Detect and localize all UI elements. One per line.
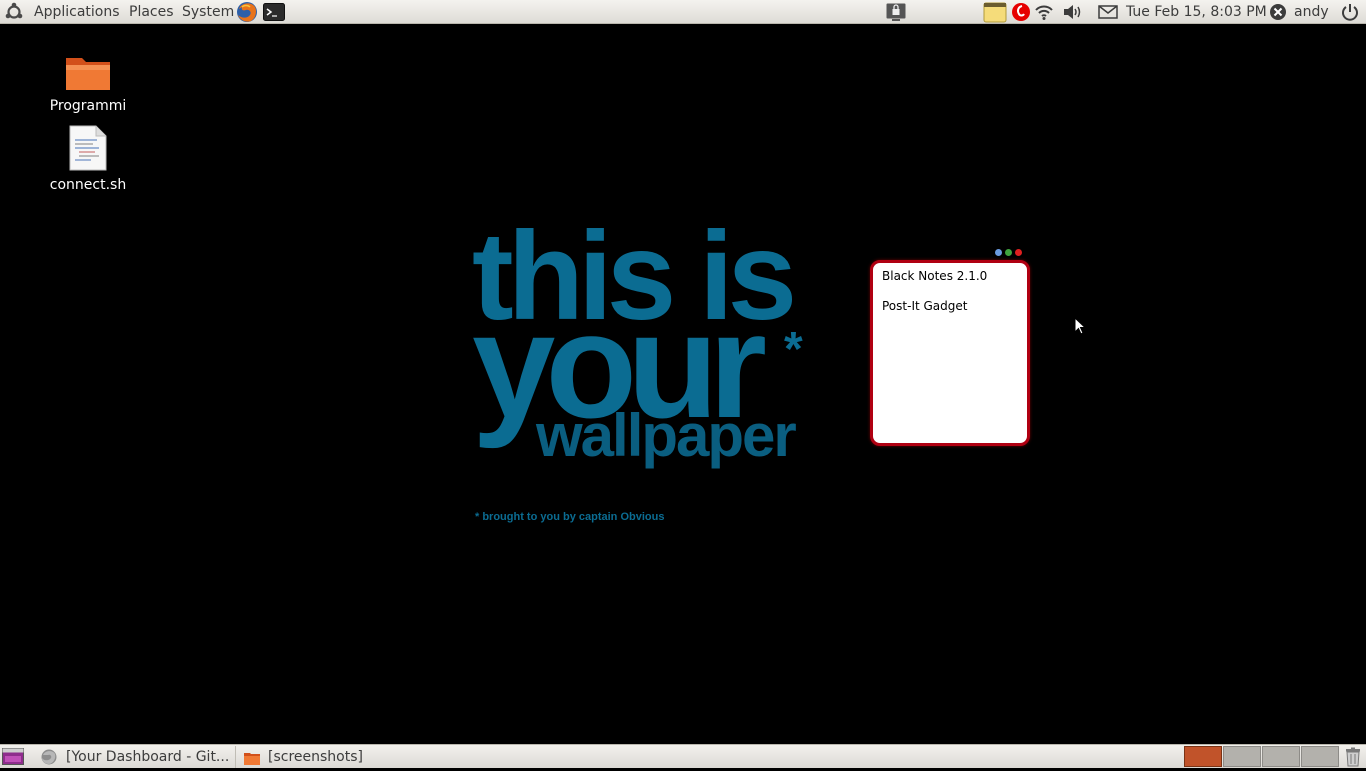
folder-icon xyxy=(64,52,112,96)
gadget-title: Black Notes 2.1.0 xyxy=(882,269,988,283)
gadget-info-icon[interactable] xyxy=(995,249,1002,256)
post-it-gadget[interactable]: Black Notes 2.1.0 Post-It Gadget xyxy=(870,260,1030,446)
workspace-1[interactable] xyxy=(1184,746,1222,767)
menu-system[interactable]: System xyxy=(182,0,234,24)
workspace-4[interactable] xyxy=(1301,746,1339,767)
mouse-cursor-icon xyxy=(1074,316,1087,339)
desktop-icon-label: connect.sh xyxy=(49,177,127,193)
taskbar-item-screenshots[interactable]: [screenshots] xyxy=(236,746,436,768)
wallpaper-credit: * brought to you by captain Obvious xyxy=(475,511,665,523)
vodafone-icon[interactable] xyxy=(1011,2,1031,22)
menu-places[interactable]: Places xyxy=(129,0,174,24)
show-desktop-icon[interactable] xyxy=(2,748,24,769)
trash-icon[interactable] xyxy=(1344,747,1362,771)
clock[interactable]: Tue Feb 15, 8:03 PM xyxy=(1126,0,1267,24)
top-panel: Applications Places System Tue Feb 15, 8… xyxy=(0,0,1366,24)
mail-icon[interactable] xyxy=(1098,4,1118,20)
wifi-icon[interactable] xyxy=(1034,2,1054,22)
gadget-note-text[interactable]: Post-It Gadget xyxy=(882,299,967,313)
bottom-panel: [Your Dashboard - Git... [screenshots] xyxy=(0,744,1366,768)
desktop-icon-programmi[interactable]: Programmi xyxy=(38,52,138,114)
taskbar-item-dashboard[interactable]: [Your Dashboard - Git... xyxy=(36,746,236,768)
folder-icon xyxy=(244,750,260,768)
wallpaper-star: * xyxy=(784,323,803,376)
volume-icon[interactable] xyxy=(1062,2,1082,22)
workspace-3[interactable] xyxy=(1262,746,1300,767)
taskbar-item-label: [Your Dashboard - Git... xyxy=(66,749,230,765)
desktop-icon-label: Programmi xyxy=(49,98,127,114)
ubuntu-logo-icon[interactable] xyxy=(4,2,24,22)
power-icon[interactable] xyxy=(1340,2,1360,22)
taskbar-item-label: [screenshots] xyxy=(268,749,363,765)
gadget-close-icon[interactable] xyxy=(1015,249,1022,256)
script-file-icon xyxy=(69,125,107,175)
gadget-settings-icon[interactable] xyxy=(1005,249,1012,256)
notes-applet-icon[interactable] xyxy=(983,1,1007,23)
firefox-launcher-icon[interactable] xyxy=(236,1,258,23)
firefox-icon xyxy=(41,749,57,768)
lock-screen-icon[interactable] xyxy=(886,3,906,21)
wallpaper-line3: wallpaper xyxy=(536,402,797,469)
user-status-icon[interactable] xyxy=(1269,3,1287,21)
wallpaper-graphic: this is your * wallpaper xyxy=(472,214,817,478)
desktop-icon-connect-sh[interactable]: connect.sh xyxy=(38,125,138,193)
workspace-2[interactable] xyxy=(1223,746,1261,767)
menu-applications[interactable]: Applications xyxy=(34,0,120,24)
user-name[interactable]: andy xyxy=(1294,0,1329,24)
terminal-launcher-icon[interactable] xyxy=(263,3,285,21)
